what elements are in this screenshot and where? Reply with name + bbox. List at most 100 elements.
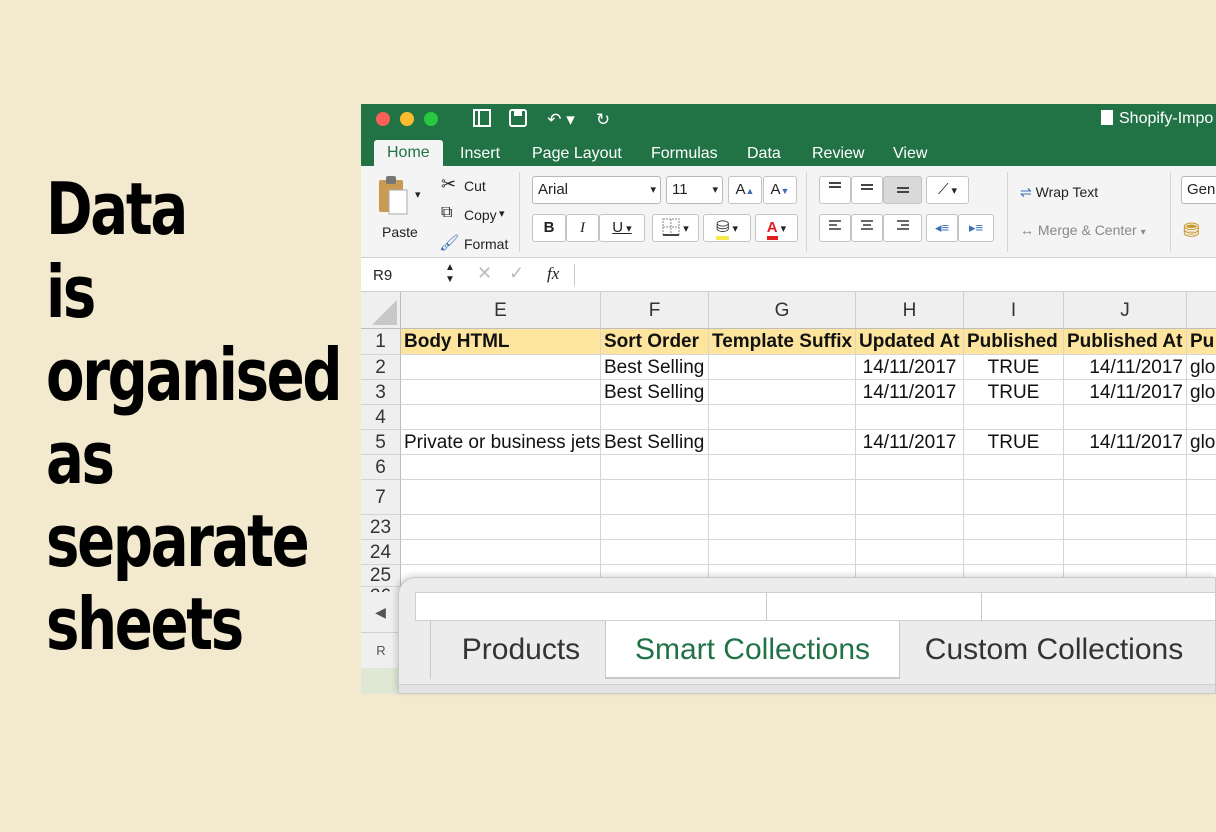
- table-cell[interactable]: [1064, 540, 1187, 565]
- table-cell[interactable]: [1187, 515, 1216, 540]
- header-cell[interactable]: Pu: [1187, 329, 1216, 355]
- table-cell[interactable]: glo: [1187, 380, 1216, 405]
- paste-dropdown-icon[interactable]: ▾: [415, 188, 421, 201]
- table-cell[interactable]: Private or business jets: [401, 430, 601, 455]
- cancel-icon[interactable]: ✕: [477, 263, 492, 284]
- align-right-button[interactable]: [883, 214, 922, 242]
- table-cell[interactable]: [1064, 515, 1187, 540]
- borders-button[interactable]: ▾: [652, 214, 699, 242]
- grow-font-button[interactable]: A▲: [728, 176, 762, 204]
- table-cell[interactable]: [856, 405, 964, 430]
- table-cell[interactable]: [856, 515, 964, 540]
- zoom-window-button[interactable]: [424, 112, 438, 126]
- orientation-button[interactable]: ⟋ ▾: [926, 176, 969, 204]
- table-cell[interactable]: [1064, 480, 1187, 515]
- copy-dropdown-icon[interactable]: ▾: [499, 207, 505, 220]
- underline-button[interactable]: U ▾: [599, 214, 645, 242]
- save-icon[interactable]: [507, 109, 529, 131]
- shrink-font-button[interactable]: A▼: [763, 176, 797, 204]
- table-cell[interactable]: [1187, 455, 1216, 480]
- table-cell[interactable]: [401, 515, 601, 540]
- table-cell[interactable]: 14/11/2017: [856, 380, 964, 405]
- table-cell[interactable]: [1187, 405, 1216, 430]
- align-bottom-button[interactable]: [883, 176, 922, 204]
- tab-formulas[interactable]: Formulas: [651, 142, 718, 166]
- table-cell[interactable]: TRUE: [964, 355, 1064, 380]
- table-cell[interactable]: 14/11/2017: [856, 355, 964, 380]
- table-cell[interactable]: Best Selling: [601, 430, 709, 455]
- sidebar-icon[interactable]: [471, 109, 493, 131]
- italic-button[interactable]: I: [566, 214, 599, 242]
- column-header-j[interactable]: J: [1064, 292, 1187, 329]
- table-cell[interactable]: [709, 355, 856, 380]
- row-header[interactable]: 25: [361, 565, 401, 587]
- table-cell[interactable]: [856, 455, 964, 480]
- align-middle-button[interactable]: [851, 176, 883, 204]
- table-cell[interactable]: [401, 540, 601, 565]
- table-cell[interactable]: [964, 540, 1064, 565]
- undo-icon[interactable]: ↶ ▾: [543, 109, 579, 131]
- column-header-h[interactable]: H: [856, 292, 964, 329]
- format-painter-button[interactable]: Format: [464, 236, 508, 252]
- table-cell[interactable]: 14/11/2017: [856, 430, 964, 455]
- row-header[interactable]: 1: [361, 329, 401, 355]
- tab-page-layout[interactable]: Page Layout: [532, 142, 622, 166]
- select-all-corner[interactable]: [361, 292, 401, 329]
- increase-indent-button[interactable]: ▸≡: [958, 214, 994, 242]
- column-header-g[interactable]: G: [709, 292, 856, 329]
- header-cell[interactable]: Sort Order: [601, 329, 709, 355]
- table-cell[interactable]: [709, 430, 856, 455]
- table-cell[interactable]: [709, 515, 856, 540]
- header-cell[interactable]: Published At: [1064, 329, 1187, 355]
- table-cell[interactable]: [401, 480, 601, 515]
- table-cell[interactable]: [401, 455, 601, 480]
- table-cell[interactable]: [709, 380, 856, 405]
- table-cell[interactable]: [601, 455, 709, 480]
- column-header-f[interactable]: F: [601, 292, 709, 329]
- spreadsheet-grid[interactable]: E F G H I J 1 Body HTML Sort Order Template Suffi…: [361, 292, 1216, 607]
- header-cell[interactable]: Body HTML: [401, 329, 601, 355]
- table-cell[interactable]: [856, 480, 964, 515]
- table-cell[interactable]: [1187, 480, 1216, 515]
- tab-insert[interactable]: Insert: [460, 142, 500, 166]
- table-cell[interactable]: [709, 455, 856, 480]
- align-top-button[interactable]: [819, 176, 851, 204]
- merge-center-button[interactable]: ↔ Merge & Center ▾: [1020, 222, 1146, 238]
- table-cell[interactable]: [1064, 405, 1187, 430]
- table-cell[interactable]: [601, 405, 709, 430]
- copy-button[interactable]: Copy: [464, 207, 497, 223]
- column-header-i[interactable]: I: [964, 292, 1064, 329]
- wrap-text-button[interactable]: ⇌ Wrap Text: [1020, 184, 1098, 201]
- row-header[interactable]: 7: [361, 480, 401, 515]
- table-cell[interactable]: [401, 380, 601, 405]
- row-header[interactable]: 6: [361, 455, 401, 480]
- row-header[interactable]: 23: [361, 515, 401, 540]
- minimize-window-button[interactable]: [400, 112, 414, 126]
- table-cell[interactable]: [709, 480, 856, 515]
- tab-review[interactable]: Review: [812, 142, 864, 166]
- close-window-button[interactable]: [376, 112, 390, 126]
- scroll-left-arrow[interactable]: ◀: [361, 592, 401, 632]
- decrease-indent-button[interactable]: ◂≡: [926, 214, 958, 242]
- confirm-icon[interactable]: ✓: [509, 263, 524, 284]
- number-format-select[interactable]: Gene: [1181, 176, 1216, 204]
- table-cell[interactable]: Best Selling: [601, 355, 709, 380]
- tab-home[interactable]: Home: [374, 140, 443, 166]
- table-cell[interactable]: 14/11/2017: [1064, 380, 1187, 405]
- sheet-tab-products[interactable]: Products: [437, 621, 605, 679]
- fill-color-button[interactable]: ⛁ ▾: [703, 214, 751, 242]
- font-size-select[interactable]: 11 ▾: [666, 176, 723, 204]
- table-cell[interactable]: glo: [1187, 355, 1216, 380]
- table-cell[interactable]: [964, 455, 1064, 480]
- redo-icon[interactable]: ↻: [592, 109, 614, 131]
- coins-icon[interactable]: ⛃: [1183, 218, 1200, 243]
- align-center-button[interactable]: [851, 214, 883, 242]
- paste-icon[interactable]: [377, 174, 409, 216]
- table-cell[interactable]: [856, 540, 964, 565]
- name-box-stepper-icon[interactable]: ▲ ▼: [445, 262, 455, 286]
- table-cell[interactable]: [601, 515, 709, 540]
- table-cell[interactable]: [709, 405, 856, 430]
- row-header[interactable]: 5: [361, 430, 401, 455]
- header-cell[interactable]: Template Suffix: [709, 329, 856, 355]
- header-cell[interactable]: Updated At: [856, 329, 964, 355]
